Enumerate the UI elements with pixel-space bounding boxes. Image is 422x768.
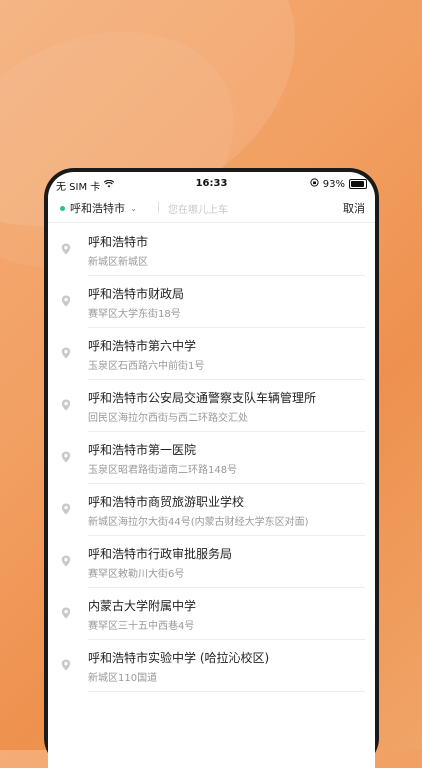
result-item[interactable]: 呼和浩特市商贸旅游职业学校新城区海拉尔大街44号(内蒙古财经大学东区对面)	[48, 484, 375, 536]
result-address: 赛罕区敕勒川大街6号	[88, 569, 185, 580]
pickup-search-input[interactable]: 您在哪儿上车	[158, 201, 228, 216]
divider	[88, 691, 365, 692]
location-pin-icon	[61, 659, 71, 671]
result-name: 呼和浩特市商贸旅游职业学校	[88, 495, 245, 509]
location-pin-icon	[61, 503, 71, 515]
result-item[interactable]: 内蒙古大学附属中学 赛罕区三十五中西巷4号	[48, 588, 375, 640]
result-item[interactable]: 呼和浩特市实验中学 (哈拉沁校区) 新城区110国道	[48, 640, 375, 692]
result-item[interactable]: 呼和浩特市行政审批服务局 赛罕区敕勒川大街6号	[48, 536, 375, 588]
result-address: 新城区海拉尔大街44号(内蒙古财经大学东区对面)	[88, 517, 309, 528]
result-item[interactable]: 呼和浩特市第一医院玉泉区昭君路街道南二环路148号	[48, 432, 375, 484]
result-address: 玉泉区昭君路街道南二环路148号	[88, 465, 238, 476]
location-pin-icon	[61, 243, 71, 255]
result-address: 赛罕区大学东街18号	[88, 309, 181, 320]
location-pin-icon	[61, 451, 71, 463]
location-dot-icon	[60, 205, 65, 211]
result-name: 呼和浩特市公安局交通警察支队车辆管理所	[88, 391, 317, 405]
result-address: 新城区新城区	[88, 257, 148, 268]
result-name: 呼和浩特市第一医院	[88, 443, 197, 457]
location-pin-icon	[61, 295, 71, 307]
search-bar: 呼和浩特市 ⌄ 您在哪儿上车 取消	[48, 194, 375, 223]
result-item[interactable]: 呼和浩特市公安局交通警察支队车辆管理所 回民区海拉尔西街与西二环路交汇处	[48, 380, 375, 432]
orientation-lock-icon	[310, 178, 319, 190]
result-address: 回民区海拉尔西街与西二环路交汇处	[88, 413, 248, 424]
result-name: 呼和浩特市实验中学 (哈拉沁校区)	[88, 651, 270, 665]
location-pin-icon	[61, 607, 71, 619]
location-pin-icon	[61, 555, 71, 567]
result-name: 呼和浩特市第六中学	[88, 339, 197, 353]
result-list: 呼和浩特市 新城区新城区 呼和浩特市财政局 赛罕区大学东街18号 呼和浩特市第六中学 玉泉…	[48, 224, 375, 692]
status-right: 93%	[310, 178, 367, 190]
battery-icon	[349, 179, 367, 189]
result-item[interactable]: 呼和浩特市新城区新城区	[48, 224, 375, 276]
result-name: 内蒙古大学附属中学	[88, 599, 197, 613]
result-address: 赛罕区三十五中西巷4号	[88, 621, 195, 632]
cancel-button[interactable]: 取消	[343, 200, 365, 216]
result-address: 新城区110国道	[88, 673, 158, 684]
result-address: 玉泉区石西路六中前街1号	[88, 361, 205, 372]
app-screen: 无 SIM 卡 16:33 93% 呼和浩特市 ⌄ 您在哪儿上车 取消 呼和浩特…	[48, 172, 375, 768]
chevron-down-icon: ⌄	[130, 203, 137, 213]
location-pin-icon	[61, 347, 71, 359]
result-name: 呼和浩特市行政审批服务局	[88, 547, 233, 561]
result-item[interactable]: 呼和浩特市第六中学 玉泉区石西路六中前街1号	[48, 328, 375, 380]
city-selector[interactable]: 呼和浩特市 ⌄	[60, 200, 137, 216]
result-name: 呼和浩特市	[88, 235, 149, 249]
phone-frame: 无 SIM 卡 16:33 93% 呼和浩特市 ⌄ 您在哪儿上车 取消 呼和浩特…	[44, 168, 379, 768]
result-item[interactable]: 呼和浩特市财政局 赛罕区大学东街18号	[48, 276, 375, 328]
city-label: 呼和浩特市	[70, 202, 125, 215]
result-name: 呼和浩特市财政局	[88, 287, 185, 301]
battery-percent: 93%	[322, 178, 345, 190]
location-pin-icon	[61, 399, 71, 411]
status-bar: 无 SIM 卡 16:33 93%	[48, 172, 375, 194]
